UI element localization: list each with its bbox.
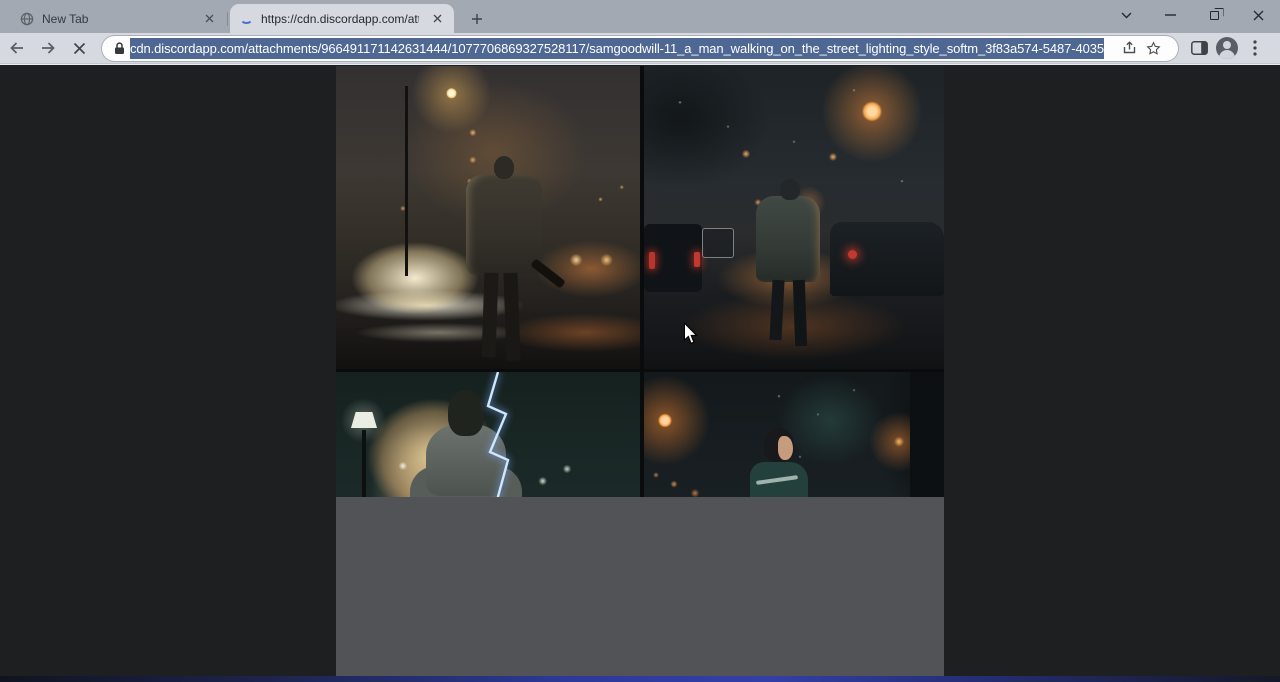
back-button[interactable] xyxy=(3,34,31,62)
figure-head xyxy=(494,156,514,179)
star-icon xyxy=(1146,41,1161,56)
tab-search-button[interactable] xyxy=(1104,0,1148,30)
figure-leg xyxy=(482,273,499,357)
figure-leg xyxy=(769,280,784,341)
tab-new-tab[interactable]: New Tab xyxy=(10,4,226,33)
lightning-bolt xyxy=(474,372,530,504)
taskbar-edge-strip xyxy=(0,676,1280,682)
close-icon xyxy=(1253,10,1264,21)
kebab-icon xyxy=(1253,40,1257,56)
new-tab-button[interactable] xyxy=(466,8,488,30)
close-window-button[interactable] xyxy=(1236,0,1280,30)
x-stop-icon xyxy=(73,42,86,55)
tail-light xyxy=(848,250,857,259)
attachment-image-grid xyxy=(336,66,944,676)
figure-leg xyxy=(793,280,807,346)
minimize-icon xyxy=(1165,14,1176,16)
loading-arc-favicon-icon xyxy=(240,13,253,24)
arrow-left-icon xyxy=(9,41,25,55)
figure-leg xyxy=(503,273,520,361)
tab-close-button[interactable] xyxy=(201,11,217,27)
menu-button[interactable] xyxy=(1241,34,1269,62)
plus-icon xyxy=(471,13,483,25)
close-icon xyxy=(433,14,442,23)
window-controls xyxy=(1104,0,1280,30)
tab-title: https://cdn.discordapp.com/atta xyxy=(261,12,419,26)
tab-divider xyxy=(227,12,228,26)
restore-button[interactable] xyxy=(1192,0,1236,30)
bookmark-star-button[interactable] xyxy=(1141,36,1165,60)
padlock-icon[interactable] xyxy=(114,42,125,55)
figure-torso xyxy=(756,196,820,282)
arrow-right-icon xyxy=(40,41,56,55)
globe-icon xyxy=(20,12,34,26)
tail-light xyxy=(694,252,700,267)
share-icon xyxy=(1122,41,1137,55)
figure-torso xyxy=(466,175,542,275)
url-text-container: cdn.discordapp.com/attachments/966491171… xyxy=(130,38,1117,59)
telephone-pole xyxy=(405,86,408,276)
page-content xyxy=(0,65,1280,676)
grid-image-top-left xyxy=(336,66,640,369)
share-button[interactable] xyxy=(1117,36,1141,60)
chevron-down-icon xyxy=(1121,12,1132,19)
mouse-cursor xyxy=(683,322,699,345)
stop-button[interactable] xyxy=(65,34,93,62)
tab-discord-cdn[interactable]: https://cdn.discordapp.com/atta xyxy=(230,4,454,33)
profile-avatar-button[interactable] xyxy=(1213,34,1241,62)
address-bar[interactable]: cdn.discordapp.com/attachments/966491171… xyxy=(101,35,1179,62)
lamp-head xyxy=(351,412,377,428)
restore-icon xyxy=(1210,11,1219,20)
toolbar-right-tools xyxy=(1185,34,1269,62)
tab-title: New Tab xyxy=(42,12,192,26)
parked-car-right xyxy=(830,222,944,296)
close-icon xyxy=(205,14,214,23)
image-loading-placeholder xyxy=(336,497,944,676)
forward-button[interactable] xyxy=(34,34,62,62)
tail-light xyxy=(649,252,655,269)
avatar-icon xyxy=(1216,37,1238,59)
side-panel-button[interactable] xyxy=(1185,34,1213,62)
tab-strip: New Tab https://cdn.discordapp.com/atta xyxy=(0,0,1280,33)
url-selected-text: cdn.discordapp.com/attachments/966491171… xyxy=(130,38,1104,59)
navigation-toolbar: cdn.discordapp.com/attachments/966491171… xyxy=(0,33,1280,64)
minimize-button[interactable] xyxy=(1148,0,1192,30)
figure-face xyxy=(778,436,793,460)
cart-silhouette xyxy=(702,228,734,258)
figure-head xyxy=(780,179,800,200)
side-panel-icon xyxy=(1191,41,1208,55)
tab-close-button[interactable] xyxy=(429,11,445,27)
browser-window: New Tab https://cdn.discordapp.com/atta xyxy=(0,0,1280,682)
